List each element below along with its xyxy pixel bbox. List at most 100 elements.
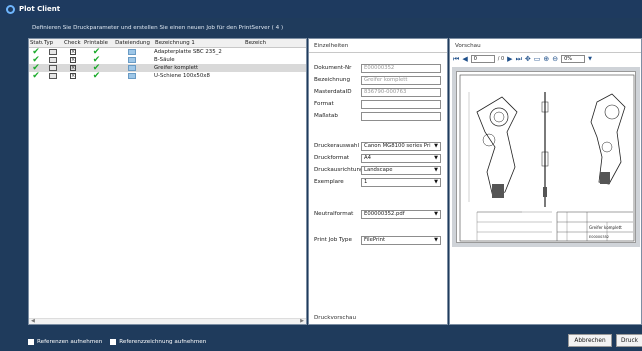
- details-title: Einzelheiten: [309, 39, 447, 53]
- format-field[interactable]: [361, 100, 441, 109]
- preview-toolbar: ⏮ ◀ 0 / 0 ▶ ⏭ ✥ ▭ ⊕ ⊖ 0% ▼: [450, 53, 641, 65]
- printable-check-icon: ✔: [92, 48, 101, 56]
- label-bezeichnung: Bezeichnung: [314, 77, 351, 83]
- status-ok-icon: ✔: [32, 64, 40, 72]
- table-row[interactable]: ✔ × ✔ U-Schiene 100x50x8: [29, 72, 306, 80]
- row-bezeichnung: Adapterplatte SBC 235_2: [154, 49, 222, 55]
- scroll-right-icon[interactable]: ▶: [300, 318, 304, 324]
- table-row[interactable]: ✔ × ✔ B-Säule: [29, 56, 306, 64]
- col-bezeichnung-1[interactable]: Bezeichnung 1: [154, 40, 244, 46]
- app-logo-icon: [6, 4, 15, 14]
- previous-page-icon[interactable]: ◀: [462, 55, 467, 63]
- page-count: / 0: [497, 56, 505, 62]
- table-row[interactable]: ✔ × ✔ Adapterplatte SBC 235_2: [29, 48, 306, 56]
- druckformat-select[interactable]: A4 ▼: [361, 154, 441, 163]
- col-check[interactable]: Check: [63, 40, 83, 46]
- file-extension-icon: [128, 57, 136, 63]
- bezeichnung-field[interactable]: Greifer komplett: [361, 76, 441, 85]
- druckerauswahl-select[interactable]: Canon MG8100 series Pri ▼: [361, 142, 441, 151]
- checkbox-box[interactable]: [28, 338, 34, 345]
- document-type-icon: [49, 73, 57, 79]
- row-bezeichnung: B-Säule: [154, 57, 175, 63]
- check-box-icon[interactable]: ×: [70, 73, 76, 79]
- first-page-icon[interactable]: ⏮: [453, 55, 459, 64]
- bottom-bar: Referenzen aufnehmen Referenzzeichnung a…: [0, 332, 642, 351]
- col-bezeichnung-2[interactable]: Bezeich: [244, 40, 284, 46]
- label-druckerauswahl: Druckerauswahl: [314, 143, 359, 149]
- massstab-field[interactable]: [361, 112, 441, 121]
- document-table: Status Typ Check Printable Dateiendung B…: [28, 38, 307, 325]
- details-panel: Einzelheiten Dokument-Nr E00000352 Bezei…: [308, 38, 448, 325]
- next-page-icon[interactable]: ▶: [507, 55, 512, 63]
- label-masterdataid: MasterdataID: [314, 89, 352, 95]
- check-box-icon[interactable]: ×: [70, 49, 76, 55]
- cancel-button[interactable]: Abbrechen: [568, 334, 612, 347]
- chevron-down-icon[interactable]: ▼: [434, 167, 438, 174]
- checkbox-box[interactable]: [110, 338, 117, 345]
- file-extension-icon: [128, 65, 136, 71]
- last-page-icon[interactable]: ⏭: [516, 55, 522, 64]
- col-typ[interactable]: Typ: [43, 40, 63, 46]
- neutralformat-select[interactable]: E00000352.pdf ▼: [361, 210, 441, 219]
- chevron-down-icon[interactable]: ▼: [434, 143, 438, 150]
- drawing-number: E00000352: [589, 235, 609, 239]
- file-extension-icon: [128, 49, 136, 55]
- referenzen-checkbox[interactable]: Referenzen aufnehmen: [28, 338, 103, 345]
- file-extension-icon: [128, 73, 136, 79]
- label-dokument-nr: Dokument-Nr: [314, 65, 352, 71]
- chevron-down-icon[interactable]: ▼: [434, 155, 438, 162]
- zoom-input[interactable]: 0%: [561, 55, 586, 63]
- title-bar: Plot Client: [0, 0, 642, 18]
- masterdataid-field[interactable]: 836790-000763: [361, 88, 441, 97]
- status-ok-icon: ✔: [32, 56, 40, 64]
- preview-title: Vorschau: [450, 39, 641, 53]
- exemplare-select[interactable]: 1 ▼: [361, 178, 441, 187]
- check-box-icon[interactable]: ×: [70, 65, 76, 71]
- print-button[interactable]: Druck: [616, 334, 642, 347]
- druckerauswahl-value: Canon MG8100 series Pri: [364, 143, 431, 149]
- horizontal-scrollbar[interactable]: ◀ ▶: [29, 318, 306, 324]
- zoom-in-icon[interactable]: ⊕: [543, 55, 549, 63]
- col-dateiendung[interactable]: Dateiendung: [110, 40, 154, 46]
- check-box-icon[interactable]: ×: [70, 57, 76, 63]
- chevron-down-icon[interactable]: ▼: [588, 56, 592, 62]
- druckausrichtung-select[interactable]: Landscape ▼: [361, 166, 441, 175]
- zoom-out-icon[interactable]: ⊖: [552, 55, 558, 63]
- referenzzeichnung-label: Referenzzeichnung aufnehmen: [119, 338, 207, 345]
- scroll-left-icon[interactable]: ◀: [31, 318, 35, 324]
- neutralformat-value: E00000352.pdf: [364, 211, 405, 217]
- printable-check-icon: ✔: [92, 72, 101, 80]
- referenzen-label: Referenzen aufnehmen: [37, 338, 103, 345]
- chevron-down-icon[interactable]: ▼: [434, 237, 438, 244]
- status-ok-icon: ✔: [32, 72, 40, 80]
- window-title: Plot Client: [19, 5, 61, 13]
- druckformat-value: A4: [364, 155, 371, 161]
- exemplare-value: 1: [364, 179, 368, 185]
- document-type-icon: [49, 57, 57, 63]
- chevron-down-icon[interactable]: ▼: [434, 179, 438, 186]
- label-exemplare: Exemplare: [314, 179, 344, 185]
- druckausrichtung-value: Landscape: [364, 167, 393, 173]
- table-row-selected[interactable]: ✔ × ✔ Greifer komplett: [29, 64, 306, 72]
- col-status[interactable]: Status: [29, 40, 43, 46]
- label-neutralformat: Neutralformat: [314, 211, 354, 217]
- dokument-nr-field[interactable]: E00000352: [361, 64, 441, 73]
- technical-drawing-image: Greifer komplett E00000352: [459, 74, 635, 242]
- col-printable[interactable]: Printable: [83, 40, 110, 46]
- printjobtype-select[interactable]: FilePrint ▼: [361, 236, 441, 245]
- label-printjobtype: Print Job Type: [314, 237, 352, 243]
- referenzzeichnung-checkbox[interactable]: Referenzzeichnung aufnehmen: [110, 338, 207, 345]
- drawing-sheet: Greifer komplett E00000352: [456, 71, 636, 243]
- move-icon[interactable]: ✥: [525, 55, 531, 63]
- preview-panel: Vorschau ⏮ ◀ 0 / 0 ▶ ⏭ ✥ ▭ ⊕ ⊖ 0% ▼ Grei…: [449, 38, 642, 325]
- status-ok-icon: ✔: [32, 48, 40, 56]
- drawing-title: Greifer komplett: [589, 225, 622, 230]
- chevron-down-icon[interactable]: ▼: [434, 211, 438, 218]
- druckvorschau-label: Druckvorschau: [314, 315, 357, 321]
- printable-check-icon: ✔: [92, 56, 101, 64]
- save-icon[interactable]: ▭: [534, 55, 541, 63]
- document-type-icon: [49, 65, 57, 71]
- page-number-input[interactable]: 0: [470, 55, 495, 63]
- row-bezeichnung: Greifer komplett: [154, 65, 199, 71]
- row-bezeichnung: U-Schiene 100x50x8: [154, 73, 210, 79]
